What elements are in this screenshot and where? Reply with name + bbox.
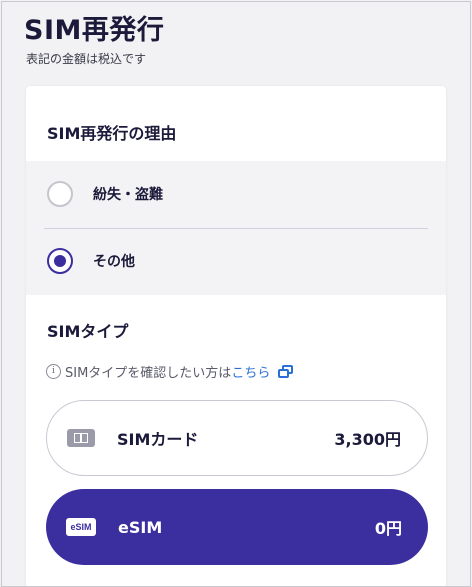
- divider: [44, 228, 428, 229]
- plan-price: 3,300円: [334, 430, 401, 449]
- plan-name: eSIM: [118, 517, 163, 537]
- sim-type-section-title: SIMタイプ: [47, 322, 129, 341]
- sim-card-icon: [67, 429, 95, 447]
- sim-type-info-link[interactable]: こちら: [231, 362, 270, 381]
- external-window-icon[interactable]: [278, 364, 294, 379]
- reason-option-other[interactable]: その他: [47, 246, 135, 276]
- radio-unchecked-icon[interactable]: [47, 181, 73, 207]
- plan-name: SIMカード: [117, 430, 199, 449]
- reissue-form-card: SIM再発行の理由 紛失・盗難 その他 SIMタイプ i SIMタイプを確認した…: [26, 86, 446, 586]
- reason-options: 紛失・盗難 その他: [26, 161, 446, 295]
- info-icon: i: [46, 364, 61, 379]
- sim-type-info-text: SIMタイプを確認したい方は: [65, 366, 232, 381]
- reason-section-title: SIM再発行の理由: [47, 124, 177, 143]
- sim-card-option-button[interactable]: SIMカード 3,300円: [46, 400, 428, 476]
- reason-option-label: その他: [93, 254, 135, 270]
- page-frame: SIM再発行 表記の金額は税込です SIM再発行の理由 紛失・盗難 その他 SI…: [1, 1, 471, 587]
- sim-type-info: i SIMタイプを確認したい方は こちら: [46, 362, 294, 381]
- esim-icon: eSIM: [66, 518, 96, 536]
- reason-option-lost-stolen[interactable]: 紛失・盗難: [47, 179, 163, 209]
- radio-checked-icon[interactable]: [47, 248, 73, 274]
- tax-note: 表記の金額は税込です: [26, 52, 147, 66]
- page-title: SIM再発行: [24, 15, 165, 46]
- plan-price: 0円: [374, 519, 402, 538]
- reason-option-label: 紛失・盗難: [93, 187, 163, 203]
- esim-option-button[interactable]: eSIM eSIM 0円: [46, 489, 428, 565]
